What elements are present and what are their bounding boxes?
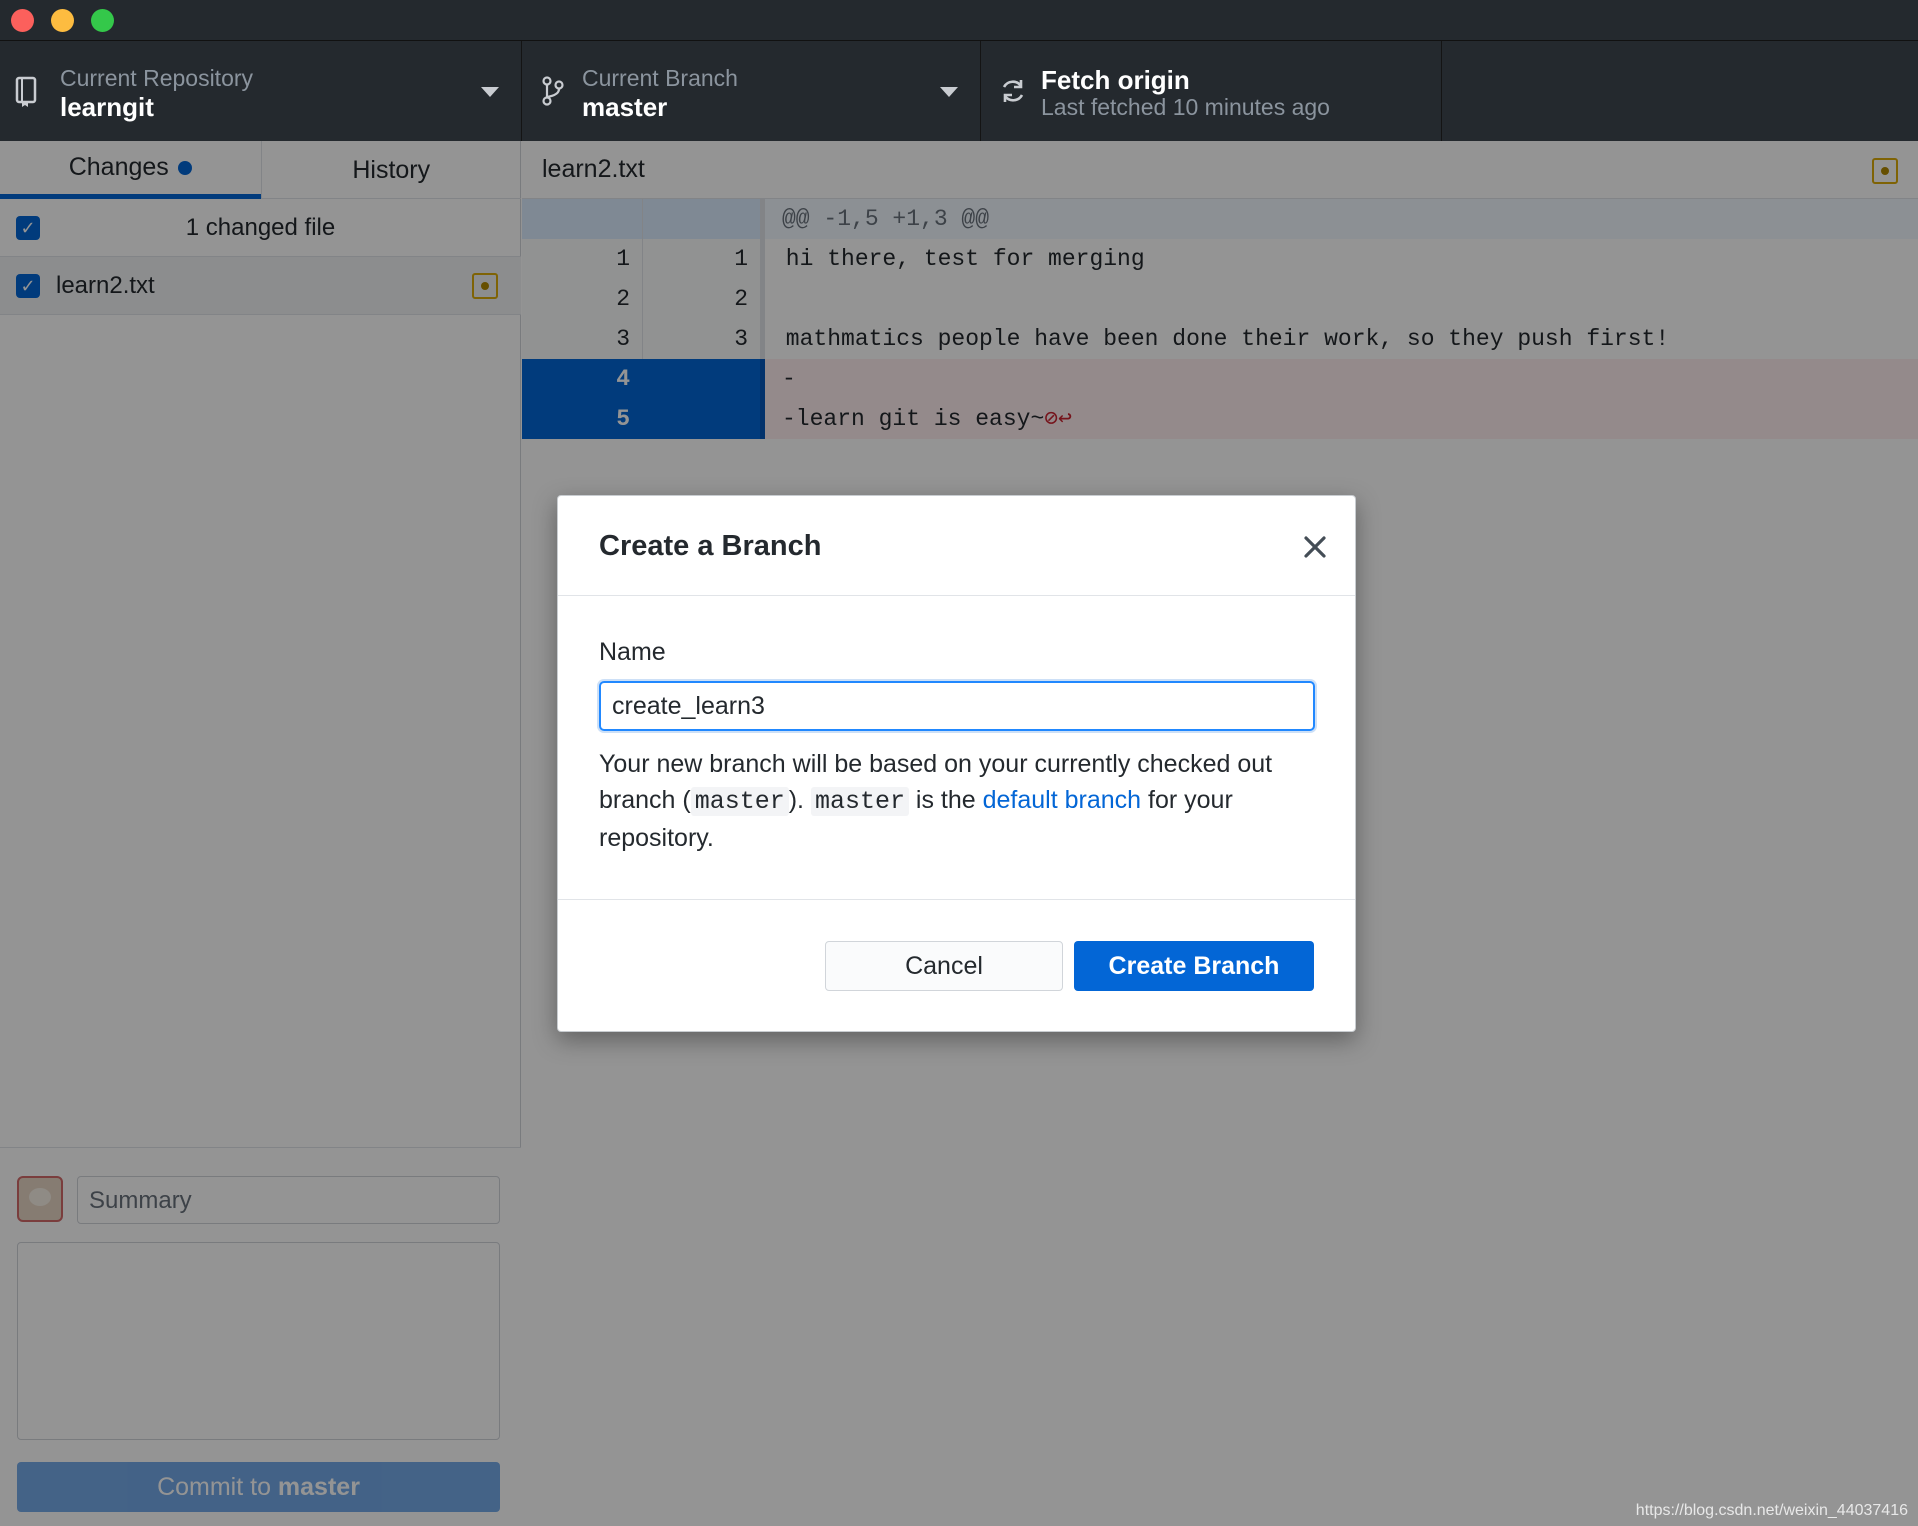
title-bar <box>0 0 1918 41</box>
close-icon[interactable] <box>1300 532 1330 562</box>
name-label: Name <box>599 638 666 666</box>
current-branch-name: master <box>582 92 668 122</box>
fetch-origin-title: Fetch origin <box>1041 65 1190 95</box>
create-branch-button[interactable]: Create Branch <box>1074 941 1314 991</box>
current-branch-selector[interactable]: Current Branch master <box>522 41 981 141</box>
cancel-button[interactable]: Cancel <box>825 941 1063 991</box>
last-fetched-text: Last fetched 10 minutes ago <box>1041 94 1330 120</box>
sync-icon <box>1002 80 1024 102</box>
watermark-text: https://blog.csdn.net/weixin_44037416 <box>1635 1502 1908 1519</box>
branch-help-text: Your new branch will be based on your cu… <box>599 750 1273 852</box>
maximize-window-button[interactable] <box>91 9 114 32</box>
git-branch-icon <box>542 76 564 106</box>
close-window-button[interactable] <box>11 9 34 32</box>
chevron-down-icon <box>481 87 499 97</box>
branch-name-input[interactable]: create_learn3 <box>599 681 1315 731</box>
minimize-window-button[interactable] <box>51 9 74 32</box>
dialog-title: Create a Branch <box>599 530 822 562</box>
default-branch-code: master <box>810 787 909 816</box>
default-branch-link[interactable]: default branch <box>983 786 1141 814</box>
repository-icon <box>15 76 37 107</box>
create-branch-dialog: Create a Branch Name create_learn3 Your … <box>557 495 1356 1032</box>
dialog-footer: Cancel Create Branch <box>558 899 1355 1031</box>
toolbar: Current Repository learngit Current Bran… <box>0 41 1918 141</box>
current-repository-selector[interactable]: Current Repository learngit <box>0 41 522 141</box>
chevron-down-icon <box>940 87 958 97</box>
fetch-origin-button[interactable]: Fetch origin Last fetched 10 minutes ago <box>981 41 1442 141</box>
current-repository-name: learngit <box>60 92 154 122</box>
base-branch-code: master <box>690 787 789 816</box>
current-branch-label: Current Branch <box>582 65 738 91</box>
current-repository-label: Current Repository <box>60 65 254 91</box>
dialog-header: Create a Branch <box>558 496 1355 596</box>
